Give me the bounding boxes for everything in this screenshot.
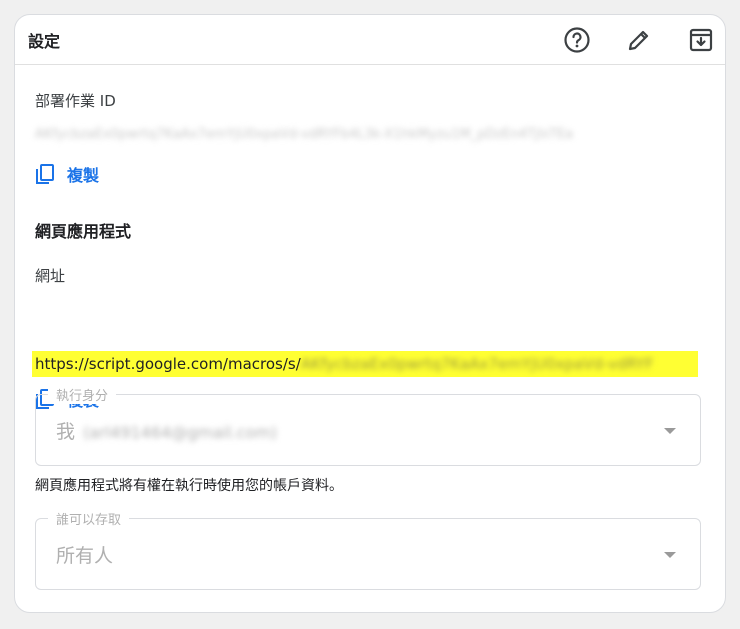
- url-blurred: AKfycbzaEx0pwrtq7KaAx7emYjU0xpaVd-vdRYF: [300, 355, 654, 373]
- access-select[interactable]: 誰可以存取 所有人: [35, 509, 701, 590]
- execute-as-email: (arl491464@gmail.com): [83, 423, 278, 442]
- execute-as-legend: 執行身分: [48, 385, 117, 404]
- webapp-url[interactable]: https://script.google.com/macros/s/AKfyc…: [32, 351, 698, 377]
- chevron-down-icon: [664, 428, 676, 434]
- edit-button[interactable]: [619, 20, 659, 60]
- help-circle-icon: [564, 26, 590, 53]
- panel-title: 設定: [28, 31, 61, 51]
- webapp-permission-note: 網頁應用程式將有權在執行時使用您的帳戶資料。: [35, 478, 343, 494]
- chevron-down-icon: [664, 552, 676, 558]
- deployment-id-label: 部署作業 ID: [35, 92, 116, 110]
- help-button[interactable]: [557, 20, 597, 60]
- archive-button[interactable]: [681, 20, 721, 60]
- url-prefix: https://script.google.com/macros/s/: [35, 355, 301, 373]
- url-label: 網址: [35, 267, 66, 285]
- execute-as-value: 我 (arl491464@gmail.com): [56, 421, 278, 443]
- access-value: 所有人: [56, 545, 114, 567]
- archive-download-icon: [689, 28, 713, 51]
- panel-header: 設定: [15, 15, 725, 65]
- pencil-icon: [628, 30, 649, 50]
- deployment-id-value: AKfycbzaEx0pwrtq7KaAx7emYjU0xpaVd-vdRYFb…: [35, 127, 574, 142]
- webapp-section-title: 網頁應用程式: [35, 222, 132, 241]
- copy-label: 複製: [67, 166, 100, 185]
- copy-deployment-id-button[interactable]: 複製: [35, 162, 99, 186]
- execute-as-select[interactable]: 執行身分 我 (arl491464@gmail.com): [35, 385, 701, 466]
- access-legend: 誰可以存取: [48, 509, 130, 528]
- copy-icon: [36, 164, 54, 184]
- settings-panel: 設定 部署作業 ID AKfycbzaEx0pwrtq7KaAx7emYjU0x…: [14, 14, 726, 613]
